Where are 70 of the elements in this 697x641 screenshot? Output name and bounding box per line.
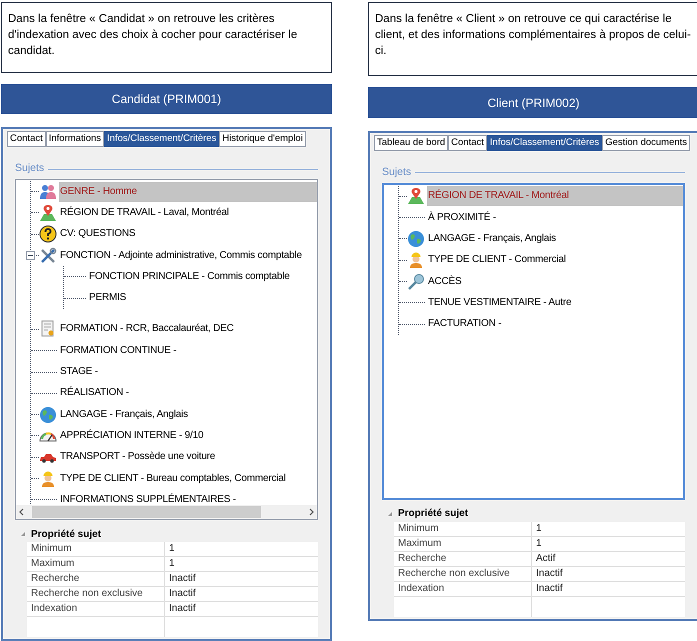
tab[interactable]: Tableau de bord	[374, 135, 448, 151]
property-name: Maximum	[394, 536, 532, 551]
people-icon	[39, 182, 57, 201]
tree-item[interactable]: RÉGION DE TRAVAIL - Laval, Montréal	[59, 202, 317, 223]
worker-icon	[407, 251, 425, 270]
tree-item[interactable]: FORMATION CONTINUE -	[59, 340, 317, 361]
property-name: Recherche non exclusive	[27, 587, 165, 601]
property-name: Recherche	[394, 552, 532, 566]
property-value: 1	[168, 542, 176, 556]
tree-item[interactable]: FORMATION - RCR, Baccalauréat, DEC	[59, 319, 317, 340]
tree-item[interactable]: FONCTION PRINCIPALE - Commis comptable	[88, 266, 317, 287]
tree-item[interactable]: LANGAGE - Français, Anglais	[59, 404, 317, 425]
property-value: Inactif	[168, 572, 197, 586]
tree-item[interactable]: FONCTION - Adjointe administrative, Commis comptable	[59, 246, 317, 266]
property-name: Indexation	[394, 582, 532, 596]
property-value: 1	[535, 536, 543, 551]
description-text: Dans la fenêtre « Client » on retrouve ce qui caractérise le client, et des informations complémentaires à propos de celui-ci.	[368, 2, 697, 76]
property-value: 1	[535, 522, 543, 536]
tree-item[interactable]: RÉALISATION -	[59, 383, 317, 404]
tab[interactable]: Contact	[448, 135, 487, 151]
tree-item[interactable]: FACTURATION -	[427, 314, 683, 334]
window-title: Client (PRIM002)	[368, 87, 697, 118]
key-icon	[407, 272, 425, 291]
tab[interactable]: Infos/Classement/Critères	[104, 131, 220, 148]
map-pin-icon	[407, 187, 425, 206]
property-value: Inactif	[168, 587, 197, 601]
collapse-toggle[interactable]	[26, 250, 35, 260]
tree-item[interactable]: RÉGION DE TRAVAIL - Montréal	[427, 186, 683, 206]
tree-item[interactable]: TYPE DE CLIENT - Bureau comptables, Commercial	[59, 468, 317, 488]
tree-item[interactable]: CV: QUESTIONS	[59, 224, 317, 244]
horizontal-scrollbar[interactable]	[16, 505, 317, 519]
property-name: Minimum	[394, 522, 532, 536]
window-title: Candidat (PRIM001)	[1, 84, 332, 114]
tab[interactable]: Infos/Classement/Critères	[486, 135, 602, 151]
map-pin-icon	[39, 204, 57, 222]
tree-item[interactable]: À PROXIMITÉ -	[427, 208, 683, 228]
tree-item[interactable]: TRANSPORT - Possède une voiture	[59, 447, 317, 468]
property-value: Inactif	[535, 566, 564, 581]
tab[interactable]: Informations	[46, 131, 104, 148]
tree-item[interactable]: INFORMATIONS SUPPLÉMENTAIRES -	[59, 490, 317, 505]
property-value: Actif	[535, 552, 556, 566]
property-group-header: Propriété sujet	[31, 528, 102, 542]
group-label: Sujets	[15, 161, 44, 176]
tree-item[interactable]: LANGAGE - Français, Anglais	[427, 228, 683, 249]
tree-item[interactable]: TENUE VESTIMENTAIRE - Autre	[427, 292, 683, 313]
property-name: Minimum	[27, 542, 165, 556]
tree-item[interactable]: APPRÉCIATION INTERNE - 9/10	[59, 426, 317, 446]
property-name: Recherche	[27, 572, 165, 586]
property-value: 1	[168, 557, 176, 571]
group-label: Sujets	[382, 165, 412, 180]
tab[interactable]: Contact	[7, 131, 46, 148]
tools-icon	[39, 246, 57, 265]
tree-item[interactable]: STAGE -	[59, 362, 317, 382]
tree-item[interactable]: ACCÈS	[427, 272, 683, 292]
property-value: Inactif	[168, 602, 197, 616]
property-name: Maximum	[27, 557, 165, 571]
question-icon	[39, 225, 57, 244]
tree-item[interactable]: GENRE - Homme	[59, 182, 317, 202]
tab[interactable]: Gestion documents	[602, 135, 690, 151]
property-name: Recherche non exclusive	[394, 566, 532, 581]
tree-item[interactable]: PERMIS	[88, 288, 317, 308]
description-text: Dans la fenêtre « Candidat » on retrouve les critères d'indexation avec des choix à cocher pour caractériser le candidat.	[1, 2, 332, 74]
worker-icon	[39, 470, 57, 488]
property-value: Inactif	[535, 582, 564, 596]
property-name: Indexation	[27, 602, 165, 616]
globe-icon	[39, 406, 57, 424]
tab[interactable]: Historique d'emploi	[219, 131, 306, 148]
property-group-header: Propriété sujet	[398, 507, 468, 522]
globe-icon	[407, 230, 425, 248]
tree-item[interactable]: TYPE DE CLIENT - Commercial	[427, 250, 683, 270]
